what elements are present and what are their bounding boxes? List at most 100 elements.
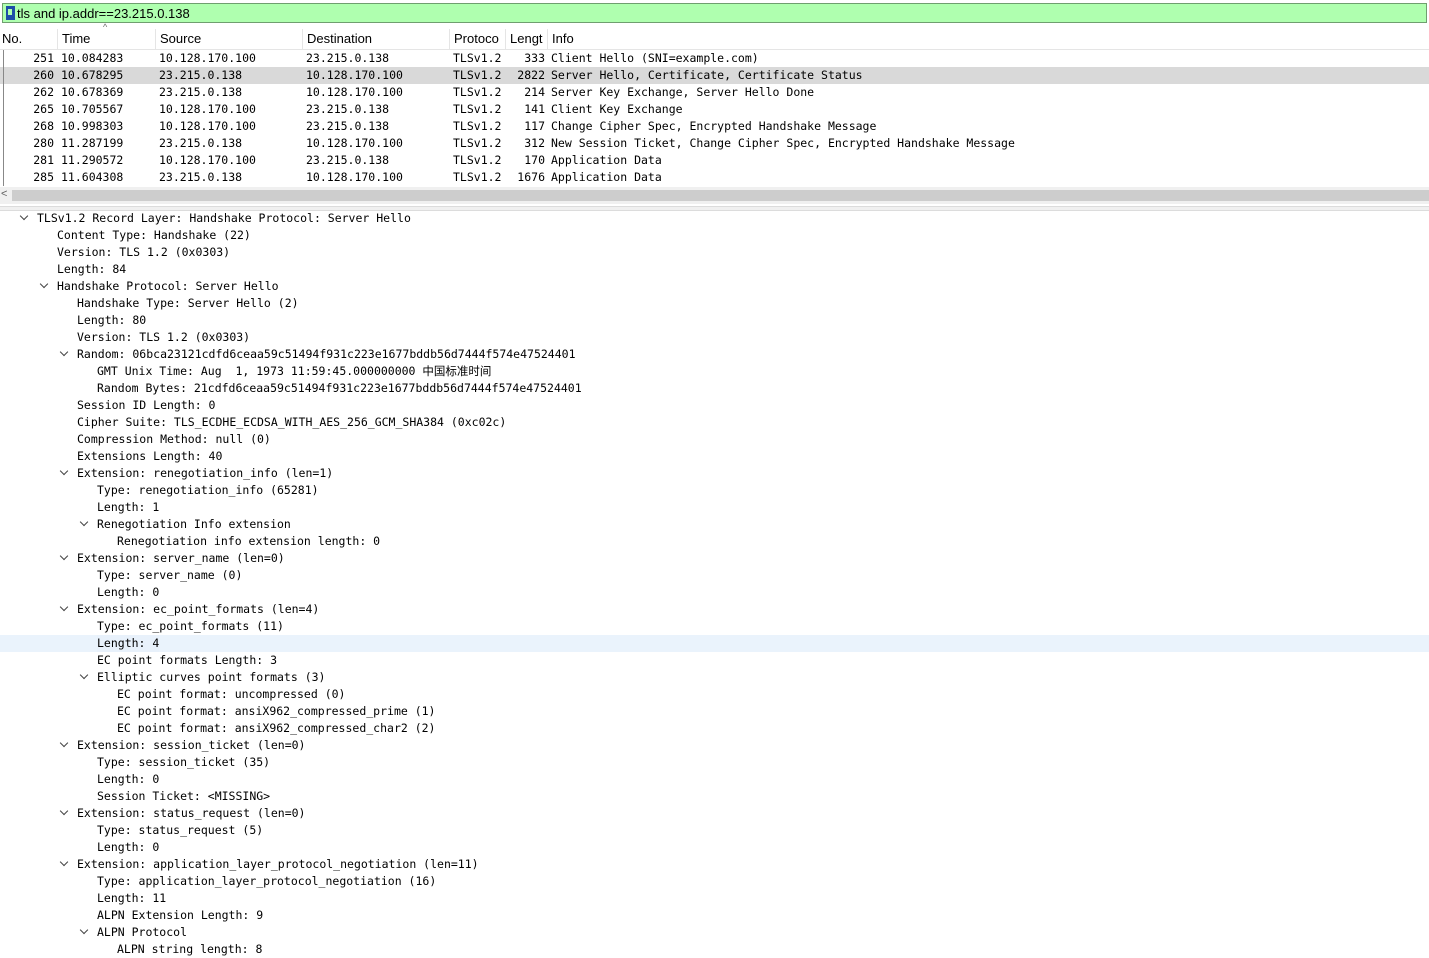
tree-item[interactable]: Random Bytes: 21cdfd6ceaa59c51494f931c22… [0, 380, 1429, 397]
tree-item[interactable]: Length: 0 [0, 584, 1429, 601]
tree-item[interactable]: Type: server_name (0) [0, 567, 1429, 584]
tree-item[interactable]: Handshake Protocol: Server Hello [0, 278, 1429, 295]
tree-item[interactable]: Length: 0 [0, 771, 1429, 788]
tree-item[interactable]: Type: ec_point_formats (11) [0, 618, 1429, 635]
packet-no: 268 [33, 119, 54, 133]
tree-item[interactable]: Length: 11 [0, 890, 1429, 907]
tree-item[interactable]: Extension: ec_point_formats (len=4) [0, 601, 1429, 618]
tree-item[interactable]: Session Ticket: <MISSING> [0, 788, 1429, 805]
tree-item[interactable]: Content Type: Handshake (22) [0, 227, 1429, 244]
tree-item-label: Cipher Suite: TLS_ECDHE_ECDSA_WITH_AES_2… [77, 415, 507, 429]
packet-destination: 10.128.170.100 [306, 85, 403, 99]
expand-chevron-icon[interactable] [60, 809, 68, 817]
scrollbar-thumb[interactable] [12, 190, 1429, 201]
tree-item[interactable]: Version: TLS 1.2 (0x0303) [0, 329, 1429, 346]
packet-time: 10.998303 [61, 119, 124, 133]
expand-chevron-icon[interactable] [60, 554, 68, 562]
tree-item[interactable]: Renegotiation Info extension [0, 516, 1429, 533]
column-separator[interactable] [57, 29, 58, 49]
expand-chevron-icon[interactable] [60, 741, 68, 749]
tree-item[interactable]: Compression Method: null (0) [0, 431, 1429, 448]
packet-row[interactable]: 281 11.290572 10.128.170.100 23.215.0.138 TL… [0, 152, 1429, 169]
expand-chevron-icon[interactable] [80, 520, 88, 528]
tree-item[interactable]: EC point format: ansiX962_compressed_cha… [0, 720, 1429, 737]
column-header-time[interactable]: Time [60, 31, 90, 47]
column-header-length[interactable]: Lengt [508, 31, 543, 47]
tree-item-label: Extensions Length: 40 [77, 449, 223, 463]
packet-row[interactable]: 265 10.705567 10.128.170.100 23.215.0.138 TL… [0, 101, 1429, 118]
column-separator[interactable] [449, 29, 450, 49]
tree-item[interactable]: EC point format: uncompressed (0) [0, 686, 1429, 703]
display-filter-input[interactable]: tls and ip.addr==23.215.0.138 [2, 3, 1427, 23]
packet-row[interactable]: 260 10.678295 23.215.0.138 10.128.170.100 TL… [0, 67, 1429, 84]
packet-length: 1676 [517, 170, 545, 184]
expand-chevron-icon[interactable] [20, 214, 28, 222]
expand-chevron-icon[interactable] [60, 860, 68, 868]
tree-item[interactable]: Length: 80 [0, 312, 1429, 329]
tree-item[interactable]: Type: application_layer_protocol_negotia… [0, 873, 1429, 890]
tree-item[interactable]: Extension: application_layer_protocol_ne… [0, 856, 1429, 873]
tree-item[interactable]: ALPN string length: 8 [0, 941, 1429, 958]
packet-row[interactable]: 268 10.998303 10.128.170.100 23.215.0.138 TL… [0, 118, 1429, 135]
packet-list-horizontal-scrollbar[interactable]: < [0, 187, 1429, 204]
tree-item[interactable]: ALPN Protocol [0, 924, 1429, 941]
expand-chevron-icon[interactable] [40, 282, 48, 290]
tree-item[interactable]: Session ID Length: 0 [0, 397, 1429, 414]
packet-protocol: TLSv1.2 [453, 119, 502, 133]
tree-item[interactable]: Cipher Suite: TLS_ECDHE_ECDSA_WITH_AES_2… [0, 414, 1429, 431]
expand-chevron-icon[interactable] [60, 350, 68, 358]
tree-item-label: ALPN Extension Length: 9 [97, 908, 264, 922]
column-separator[interactable] [155, 29, 156, 49]
tree-item[interactable]: Version: TLS 1.2 (0x0303) [0, 244, 1429, 261]
tree-item[interactable]: EC point format: ansiX962_compressed_pri… [0, 703, 1429, 720]
tree-item[interactable]: Length: 84 [0, 261, 1429, 278]
tree-item[interactable]: Random: 06bca23121cdfd6ceaa59c51494f931c… [0, 346, 1429, 363]
tree-item[interactable]: EC point formats Length: 3 [0, 652, 1429, 669]
tree-item[interactable]: Extension: renegotiation_info (len=1) [0, 465, 1429, 482]
scroll-left-arrow-icon[interactable]: < [1, 188, 7, 200]
tree-item[interactable]: ALPN Extension Length: 9 [0, 907, 1429, 924]
packet-row[interactable]: 251 10.084283 10.128.170.100 23.215.0.138 TL… [0, 50, 1429, 67]
column-header-protocol[interactable]: Protoco [452, 31, 499, 47]
tree-item[interactable]: Extension: session_ticket (len=0) [0, 737, 1429, 754]
tree-item[interactable]: Extension: server_name (len=0) [0, 550, 1429, 567]
packet-source: 23.215.0.138 [159, 136, 243, 150]
packet-row[interactable]: 285 11.604308 23.215.0.138 10.128.170.100 TL… [0, 169, 1429, 186]
tree-item-label: Length: 0 [97, 840, 160, 854]
packet-no: 285 [33, 170, 54, 184]
expand-chevron-icon[interactable] [80, 673, 88, 681]
tree-item[interactable]: Length: 4 [0, 635, 1429, 652]
tree-item[interactable]: GMT Unix Time: Aug 1, 1973 11:59:45.0000… [0, 363, 1429, 380]
expand-chevron-icon[interactable] [60, 605, 68, 613]
column-header-info[interactable]: Info [550, 31, 574, 47]
tree-item[interactable]: Length: 1 [0, 499, 1429, 516]
display-filter-text[interactable]: tls and ip.addr==23.215.0.138 [17, 6, 190, 21]
tree-item-label: EC point formats Length: 3 [97, 653, 278, 667]
expand-chevron-icon[interactable] [60, 469, 68, 477]
tree-item[interactable]: Handshake Type: Server Hello (2) [0, 295, 1429, 312]
tree-item[interactable]: Type: renegotiation_info (65281) [0, 482, 1429, 499]
expand-chevron-icon[interactable] [80, 928, 88, 936]
bookmark-icon[interactable] [6, 6, 15, 20]
packet-info: Server Hello, Certificate, Certificate S… [551, 68, 863, 82]
tree-item[interactable]: Extension: status_request (len=0) [0, 805, 1429, 822]
column-header-destination[interactable]: Destination [305, 31, 372, 47]
tree-item[interactable]: Type: session_ticket (35) [0, 754, 1429, 771]
packet-row[interactable]: 280 11.287199 23.215.0.138 10.128.170.100 TL… [0, 135, 1429, 152]
column-header-source[interactable]: Source [158, 31, 201, 47]
column-header-no[interactable]: No. [0, 31, 22, 47]
tree-item[interactable]: Type: status_request (5) [0, 822, 1429, 839]
column-separator[interactable] [547, 29, 548, 49]
tree-item[interactable]: TLSv1.2 Record Layer: Handshake Protocol… [0, 210, 1429, 227]
packet-length: 141 [524, 102, 545, 116]
packet-source: 23.215.0.138 [159, 85, 243, 99]
tree-item[interactable]: Extensions Length: 40 [0, 448, 1429, 465]
packet-row[interactable]: 262 10.678369 23.215.0.138 10.128.170.100 TL… [0, 84, 1429, 101]
column-separator[interactable] [505, 29, 506, 49]
tree-item[interactable]: Length: 0 [0, 839, 1429, 856]
tree-item[interactable]: Elliptic curves point formats (3) [0, 669, 1429, 686]
tree-item-label: Compression Method: null (0) [77, 432, 271, 446]
tree-item[interactable]: Renegotiation info extension length: 0 [0, 533, 1429, 550]
packet-source: 23.215.0.138 [159, 68, 243, 82]
column-separator[interactable] [302, 29, 303, 49]
